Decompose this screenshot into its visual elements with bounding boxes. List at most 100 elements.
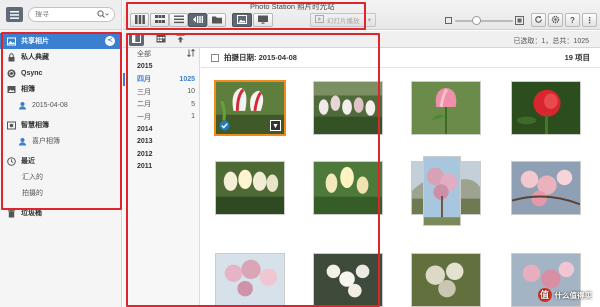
video-mode-button[interactable] — [253, 13, 273, 27]
timeline-all[interactable]: 全部 — [123, 48, 199, 61]
sort-icon[interactable] — [187, 49, 195, 59]
photo-thumbnail[interactable] — [215, 253, 285, 307]
timeline-year[interactable]: 2012 — [123, 148, 199, 161]
slideshow-icon — [315, 15, 324, 25]
watermark-text: 什么值得买 — [554, 290, 593, 300]
tiles-icon — [154, 14, 165, 26]
sidebar-item-album-date[interactable]: 2015-04-08 — [0, 97, 121, 113]
sidebar-item-qsync[interactable]: Qsync — [0, 65, 121, 81]
detail-view-button[interactable] — [169, 13, 188, 27]
sidebar-item-label: 智慧相簿 — [21, 122, 49, 129]
photo-thumbnail[interactable] — [313, 161, 383, 215]
timeline-all-label: 全部 — [137, 51, 151, 59]
sidebar-item-shared-albums[interactable]: 共享相片 ≺ — [0, 33, 121, 49]
zoom-slider[interactable] — [445, 16, 525, 25]
help-button[interactable]: ? — [565, 13, 580, 27]
search-icon[interactable] — [97, 10, 109, 21]
sidebar-item-imported[interactable]: 汇入的 — [0, 169, 121, 185]
person-icon — [18, 137, 27, 146]
sidebar-item-trash[interactable]: 垃圾桶 — [0, 205, 121, 221]
folder-view-button[interactable] — [207, 13, 226, 27]
timeline-count: 1 — [191, 113, 195, 121]
thumbnail-menu-icon[interactable]: ▼ — [270, 120, 281, 131]
album-icon — [7, 85, 16, 94]
date-group-header: 拍摄日期: 2015-04-08 19 项目 — [201, 48, 600, 68]
timeline-label: 三月 — [137, 88, 151, 96]
photo-thumbnail[interactable] — [313, 81, 383, 135]
photo-thumbnail[interactable] — [411, 253, 481, 307]
zoom-track[interactable] — [455, 20, 513, 22]
timeline-year[interactable]: 2013 — [123, 136, 199, 149]
timeline-view-button[interactable] — [188, 13, 207, 27]
zoom-in-icon[interactable] — [515, 16, 524, 27]
clock-icon — [7, 156, 16, 166]
menu-icon[interactable] — [6, 7, 23, 22]
photo-thumbnail[interactable] — [511, 81, 581, 135]
sidebar-item-label: 拍摄的 — [22, 190, 43, 197]
app-title: Photo Station 照片时光站 — [250, 2, 335, 11]
timeline-year[interactable]: 2014 — [123, 123, 199, 136]
timeline-month[interactable]: 四月 1025 — [123, 73, 199, 86]
sidebar-item-label: 最近 — [21, 158, 35, 165]
zoom-out-icon[interactable] — [445, 17, 452, 26]
lock-icon — [7, 52, 16, 62]
sidebar-item-albums[interactable]: 相簿 — [0, 81, 121, 97]
refresh-icon — [534, 15, 543, 26]
photo-mode-button[interactable] — [232, 13, 252, 27]
sidebar-item-taken[interactable]: 拍摄的 — [0, 185, 121, 201]
sub-toolbar: 已选取：1，总共：1025 — [123, 31, 600, 48]
refresh-button[interactable] — [531, 13, 546, 27]
timeline-label: 2013 — [137, 138, 153, 146]
timeline-month[interactable]: 二月 5 — [123, 98, 199, 111]
timeline-year[interactable]: 2015 — [123, 61, 199, 74]
photo-thumbnail[interactable] — [215, 161, 285, 215]
sidebar-item-label: 相簿 — [21, 86, 35, 93]
sidebar-item-recent[interactable]: 最近 — [0, 153, 121, 169]
select-all-checkbox[interactable] — [211, 53, 219, 62]
sidebar-item-label: 私人典藏 — [21, 54, 49, 61]
search-box[interactable] — [28, 7, 115, 22]
sidebar-item-label: 2015-04-08 — [32, 101, 68, 109]
slideshow-button[interactable]: 幻灯片播放 ▾ — [310, 13, 376, 27]
timeline-month[interactable]: 一月 1 — [123, 111, 199, 124]
timeline-list: 2015 四月 1025 三月 10 二月 5 一月 1 2014 2013 2012 2011 — [123, 61, 199, 174]
timeline-label: 2015 — [137, 63, 153, 71]
more-button[interactable]: ⋮ — [582, 13, 597, 27]
tab-upload[interactable] — [173, 33, 188, 46]
sidebar-item-smart-albums[interactable]: 智慧相簿 — [0, 117, 121, 133]
photo-icon — [7, 37, 16, 46]
timeline-month[interactable]: 三月 10 — [123, 86, 199, 99]
sidebar-item-label: 汇入的 — [22, 174, 43, 181]
list-view-button[interactable] — [150, 13, 169, 27]
search-input[interactable] — [35, 11, 93, 18]
photo-thumbnail[interactable]: ▼ — [214, 80, 286, 136]
zoom-handle[interactable] — [472, 16, 481, 25]
monitor-icon — [258, 15, 268, 26]
trash-icon — [7, 209, 16, 218]
tab-calendar[interactable] — [153, 33, 168, 46]
watermark: 值 什么值得买 — [537, 288, 593, 302]
sidebar-item-label: 共享相片 — [21, 38, 49, 45]
timeline-label: 四月 — [137, 76, 151, 84]
settings-button[interactable] — [548, 13, 563, 27]
photo-thumbnail[interactable] — [511, 161, 581, 215]
gear-icon — [551, 15, 560, 26]
slideshow-label: 幻灯片播放 — [327, 18, 360, 25]
thumbnail-view-button[interactable] — [130, 13, 149, 27]
share-icon[interactable]: ≺ — [105, 36, 115, 46]
photo-thumbnail[interactable] — [313, 253, 383, 307]
timeline-year[interactable]: 2011 — [123, 161, 199, 174]
photo-thumbnail[interactable] — [423, 156, 461, 226]
timeline-label: 2014 — [137, 125, 153, 133]
sidebar-item-label: 喜户相簿 — [32, 138, 60, 145]
sidebar: 共享相片 ≺ 私人典藏 Qsync 相簿 2015-04-08 智慧相簿 喜户相… — [0, 0, 122, 307]
total-label: ，总共： — [545, 38, 574, 45]
upload-icon — [176, 34, 185, 45]
sidebar-item-smart-sub[interactable]: 喜户相簿 — [0, 133, 121, 149]
date-group-title: 拍摄日期: 2015-04-08 — [224, 53, 297, 62]
tab-timeline-panel[interactable] — [129, 33, 144, 46]
folder-icon — [211, 15, 222, 26]
timeline-label: 2012 — [137, 150, 153, 158]
photo-thumbnail[interactable] — [411, 81, 481, 135]
sidebar-item-private-collection[interactable]: 私人典藏 — [0, 49, 121, 65]
